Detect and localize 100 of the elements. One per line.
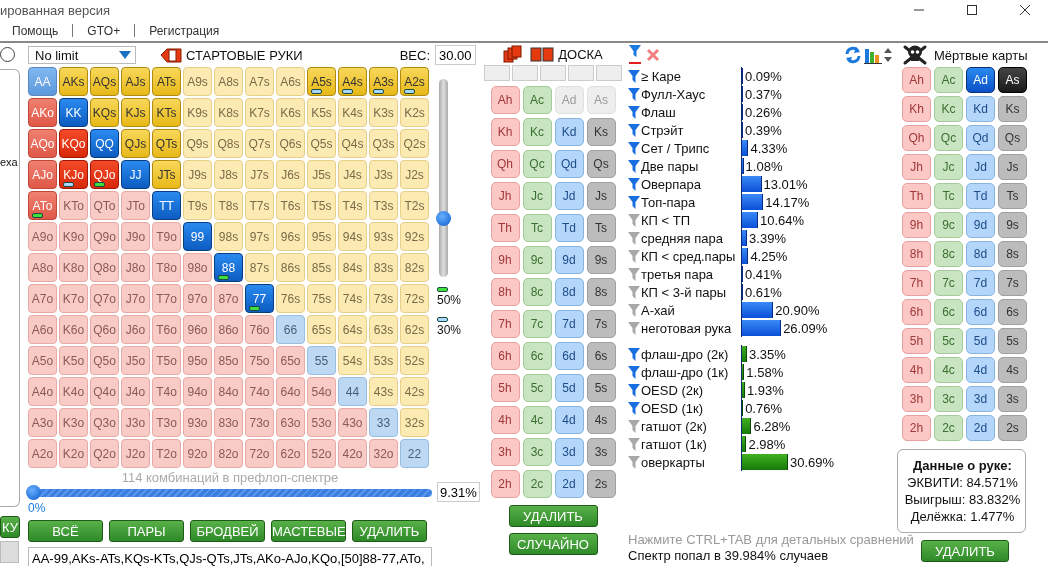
hand-cell[interactable]: 73o <box>245 408 274 437</box>
card-button[interactable]: 5h <box>490 374 520 402</box>
card-button[interactable]: 3s <box>998 386 1027 412</box>
hand-cell[interactable]: T4o <box>152 377 181 406</box>
card-button[interactable]: Kh <box>490 118 520 146</box>
slider-thumb[interactable] <box>436 210 451 226</box>
hand-cell[interactable]: A3s <box>369 67 398 96</box>
hand-cell[interactable]: J6s <box>276 160 305 189</box>
card-button[interactable]: 3s <box>586 438 616 466</box>
hand-cell[interactable]: T3s <box>369 191 398 220</box>
hand-cell[interactable]: JJ <box>121 160 150 189</box>
card-button[interactable]: As <box>998 67 1027 93</box>
card-button[interactable]: Td <box>966 183 995 209</box>
card-button[interactable]: Ah <box>902 67 931 93</box>
hand-cell[interactable]: 95o <box>183 346 212 375</box>
card-button[interactable]: 3c <box>934 386 963 412</box>
card-button[interactable]: 4d <box>554 406 584 434</box>
card-button[interactable]: 9s <box>998 212 1027 238</box>
hand-cell[interactable]: 53o <box>307 408 336 437</box>
hand-cell[interactable]: T2o <box>152 439 181 468</box>
hand-cell[interactable]: J4o <box>121 377 150 406</box>
card-button[interactable]: 8c <box>934 241 963 267</box>
card-button[interactable]: Ts <box>586 214 616 242</box>
hand-cell[interactable]: 98o <box>183 253 212 282</box>
hand-cell[interactable]: Q3s <box>369 129 398 158</box>
hand-cell[interactable]: T2s <box>400 191 429 220</box>
hand-cell[interactable]: 87o <box>214 284 243 313</box>
hand-cell[interactable]: A6s <box>276 67 305 96</box>
card-button[interactable]: 4d <box>966 357 995 383</box>
hand-cell[interactable]: K7s <box>245 98 274 127</box>
card-button[interactable]: 7s <box>586 310 616 338</box>
card-button[interactable]: Th <box>490 214 520 242</box>
board-slot[interactable] <box>512 65 538 81</box>
hand-cell[interactable]: 54s <box>338 346 367 375</box>
hand-cell[interactable]: 42o <box>338 439 367 468</box>
hand-cell[interactable]: T5s <box>307 191 336 220</box>
card-button[interactable]: 8h <box>902 241 931 267</box>
card-button[interactable]: 2h <box>490 470 520 498</box>
hand-cell[interactable]: AKo <box>28 98 57 127</box>
range-button[interactable]: ВСЁ <box>28 520 103 542</box>
hand-cell[interactable]: 75s <box>307 284 336 313</box>
hand-cell[interactable]: A8s <box>214 67 243 96</box>
board-button[interactable]: УДАЛИТЬ <box>508 505 598 527</box>
hand-cell[interactable]: 92o <box>183 439 212 468</box>
slider-thumb[interactable] <box>26 485 41 500</box>
hand-cell[interactable]: 54o <box>307 377 336 406</box>
card-button[interactable]: 6s <box>586 342 616 370</box>
card-button[interactable]: 9c <box>522 246 552 274</box>
card-button[interactable]: Ad <box>966 67 995 93</box>
hand-cell[interactable]: AQo <box>28 129 57 158</box>
hand-cell[interactable]: J6o <box>121 315 150 344</box>
hand-cell[interactable]: K3s <box>369 98 398 127</box>
card-button[interactable]: Kc <box>934 96 963 122</box>
card-button[interactable]: 6s <box>998 299 1027 325</box>
hand-cell[interactable]: A2o <box>28 439 57 468</box>
board-slot[interactable] <box>596 65 622 81</box>
hand-cell[interactable]: Q2o <box>90 439 119 468</box>
hand-cell[interactable]: Q4o <box>90 377 119 406</box>
card-button[interactable]: 3h <box>490 438 520 466</box>
card-button[interactable]: 2s <box>998 415 1027 441</box>
hand-cell[interactable]: 98s <box>214 222 243 251</box>
card-button[interactable]: Js <box>998 154 1027 180</box>
hand-cell[interactable]: KJs <box>121 98 150 127</box>
hand-cell[interactable]: T7s <box>245 191 274 220</box>
hand-cell[interactable]: 72s <box>400 284 429 313</box>
card-button[interactable]: Tc <box>522 214 552 242</box>
card-button[interactable]: 9c <box>934 212 963 238</box>
hand-cell[interactable]: KQo <box>59 129 88 158</box>
hand-cell[interactable]: Q7o <box>90 284 119 313</box>
hand-cell[interactable]: 86o <box>214 315 243 344</box>
card-button[interactable]: 6h <box>902 299 931 325</box>
hand-cell[interactable]: 66 <box>276 315 305 344</box>
hand-cell[interactable]: AJo <box>28 160 57 189</box>
hand-cell[interactable]: A4o <box>28 377 57 406</box>
card-button[interactable]: Qs <box>998 125 1027 151</box>
card-button[interactable]: Jc <box>934 154 963 180</box>
card-button[interactable]: 9s <box>586 246 616 274</box>
hand-cell[interactable]: K4s <box>338 98 367 127</box>
card-button[interactable]: 4s <box>586 406 616 434</box>
hand-cell[interactable]: J9s <box>183 160 212 189</box>
hand-cell[interactable]: 83o <box>214 408 243 437</box>
hand-cell[interactable]: TT <box>152 191 181 220</box>
hand-cell[interactable]: 64s <box>338 315 367 344</box>
card-button[interactable]: Ks <box>998 96 1027 122</box>
hand-cell[interactable]: Q9o <box>90 222 119 251</box>
hand-cell[interactable]: A7s <box>245 67 274 96</box>
card-button[interactable]: Qh <box>490 150 520 178</box>
card-button[interactable]: 2c <box>522 470 552 498</box>
hand-cell[interactable]: 74o <box>245 377 274 406</box>
card-button[interactable]: 3d <box>966 386 995 412</box>
hand-cell[interactable]: 93o <box>183 408 212 437</box>
hand-cell[interactable]: 94o <box>183 377 212 406</box>
card-button[interactable]: 2s <box>586 470 616 498</box>
card-button[interactable]: 8s <box>998 241 1027 267</box>
hand-cell[interactable]: A2s <box>400 67 429 96</box>
hand-cell[interactable]: 62o <box>276 439 305 468</box>
hand-cell[interactable]: J3o <box>121 408 150 437</box>
hand-cell[interactable]: 52o <box>307 439 336 468</box>
hand-cell[interactable]: A3o <box>28 408 57 437</box>
card-button[interactable]: 8c <box>522 278 552 306</box>
